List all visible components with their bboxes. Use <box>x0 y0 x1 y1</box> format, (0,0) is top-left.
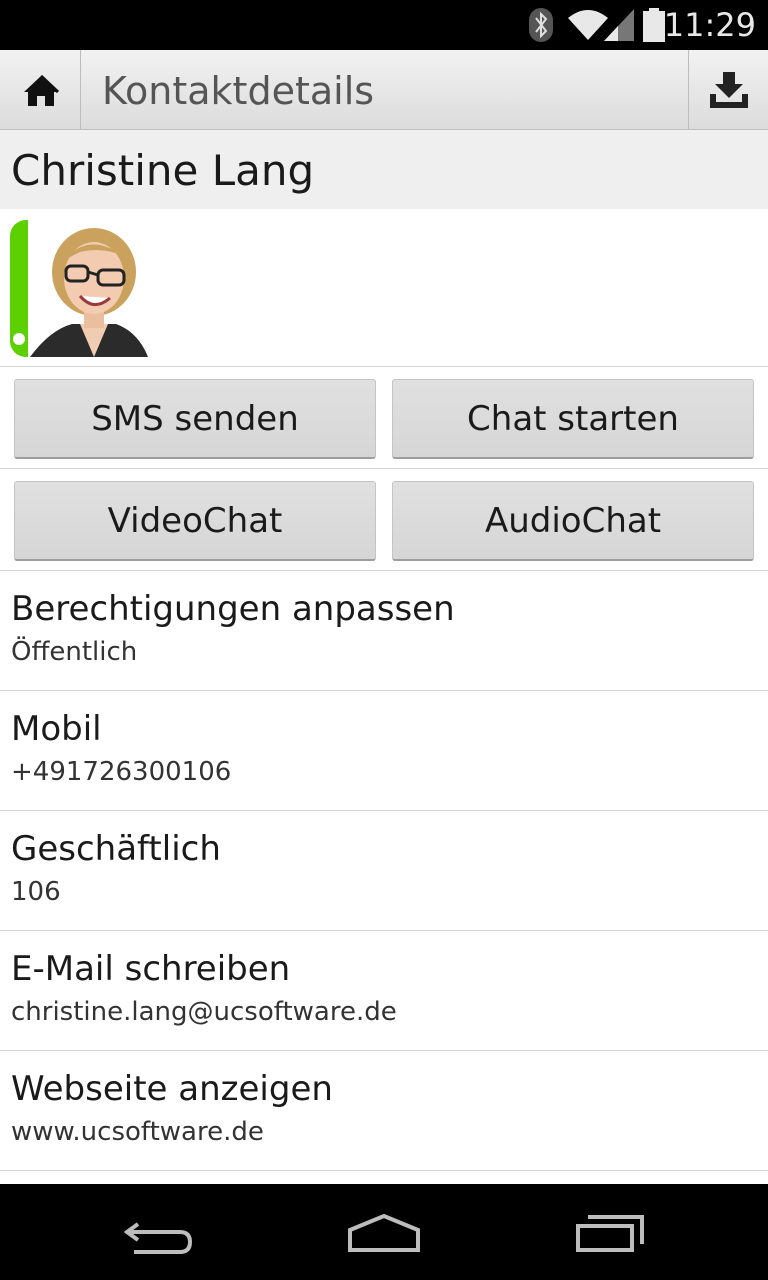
status-time: 11:29 <box>663 6 756 44</box>
detail-value: 106 <box>11 877 61 907</box>
recent-apps-icon[interactable] <box>574 1214 646 1254</box>
contact-photo <box>10 220 148 357</box>
home-button[interactable] <box>0 50 81 130</box>
status-bar: 11:29 <box>0 0 768 50</box>
avatar[interactable] <box>10 220 148 357</box>
detail-mobile[interactable]: Mobil +491726300106 <box>0 691 768 811</box>
chat-button[interactable]: Chat starten <box>392 379 754 459</box>
detail-label: Webseite anzeigen <box>11 1069 333 1109</box>
contact-header: Christine Lang <box>0 130 768 209</box>
detail-value: +491726300106 <box>11 757 232 787</box>
audiochat-button[interactable]: AudioChat <box>392 481 754 561</box>
detail-value: Öffentlich <box>11 637 138 667</box>
videochat-button[interactable]: VideoChat <box>14 481 376 561</box>
detail-value: www.ucsoftware.de <box>11 1117 264 1147</box>
detail-website[interactable]: Webseite anzeigen www.ucsoftware.de <box>0 1051 768 1171</box>
detail-label: E-Mail schreiben <box>11 949 291 989</box>
home-nav-icon[interactable] <box>346 1214 422 1254</box>
sms-button[interactable]: SMS senden <box>14 379 376 459</box>
screen-title: Kontaktdetails <box>102 69 375 113</box>
detail-label: Geschäftlich <box>11 829 221 869</box>
download-icon <box>710 72 748 108</box>
detail-business[interactable]: Geschäftlich 106 <box>0 811 768 931</box>
navigation-bar <box>0 1184 768 1280</box>
detail-email[interactable]: E-Mail schreiben christine.lang@ucsoftwa… <box>0 931 768 1051</box>
detail-value: christine.lang@ucsoftware.de <box>11 997 397 1027</box>
detail-permissions[interactable]: Berechtigungen anpassen Öffentlich <box>0 571 768 691</box>
presence-dot <box>13 333 25 345</box>
avatar-row <box>0 209 768 367</box>
signal-icon <box>604 9 634 41</box>
action-buttons-row-2: VideoChat AudioChat <box>0 469 768 571</box>
detail-label: Mobil <box>11 709 102 749</box>
battery-icon <box>643 8 665 42</box>
home-icon <box>24 74 60 106</box>
download-button[interactable] <box>688 50 768 130</box>
action-buttons-row-1: SMS senden Chat starten <box>0 367 768 469</box>
back-icon[interactable] <box>124 1216 196 1256</box>
detail-label: Berechtigungen anpassen <box>11 589 455 629</box>
bluetooth-icon <box>529 8 553 42</box>
contact-name: Christine Lang <box>11 146 315 195</box>
action-bar: Kontaktdetails <box>0 50 768 130</box>
